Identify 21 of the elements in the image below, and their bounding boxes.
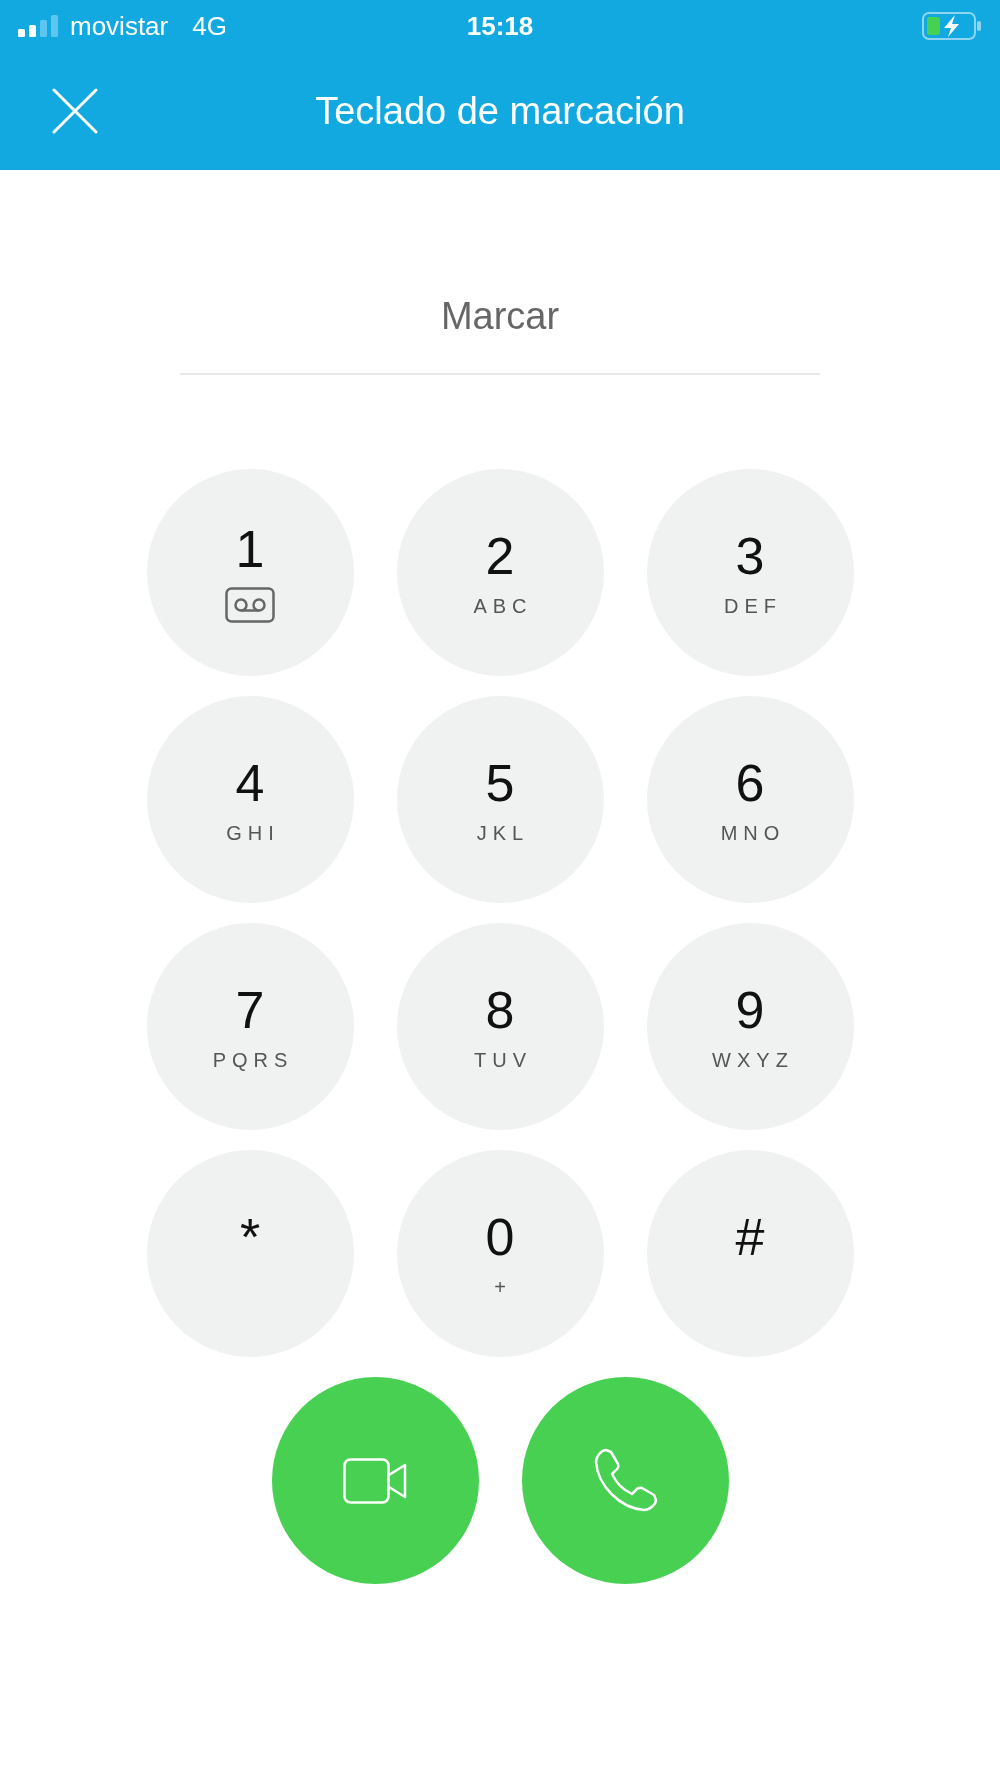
- dial-key[interactable]: 5 JKL: [396, 696, 604, 903]
- dial-key[interactable]: *: [146, 1150, 354, 1357]
- clock-time: 15:18: [466, 9, 534, 43]
- dial-key[interactable]: 2 ABC: [396, 469, 604, 676]
- dial-key[interactable]: 7 PQRS: [146, 923, 354, 1130]
- close-button[interactable]: [52, 88, 98, 134]
- voicemail-icon: [225, 586, 275, 623]
- carrier-name: movistar: [70, 9, 169, 43]
- screen-title: Teclado de marcación: [315, 88, 685, 134]
- dial-key[interactable]: 1: [146, 469, 354, 676]
- dial-key[interactable]: 4 GHI: [146, 696, 354, 903]
- dial-key[interactable]: 3 DEF: [646, 469, 854, 676]
- dial-key[interactable]: 8 TUV: [396, 923, 604, 1130]
- dial-key[interactable]: #: [646, 1150, 854, 1357]
- dial-key[interactable]: 6 MNO: [646, 696, 854, 903]
- phone-icon: [592, 1447, 658, 1514]
- video-camera-icon: [343, 1457, 407, 1504]
- battery-icon: [922, 12, 982, 40]
- network-type: 4G: [192, 9, 227, 43]
- dial-key[interactable]: 0 +: [396, 1150, 604, 1357]
- dial-key[interactable]: 9 WXYZ: [646, 923, 854, 1130]
